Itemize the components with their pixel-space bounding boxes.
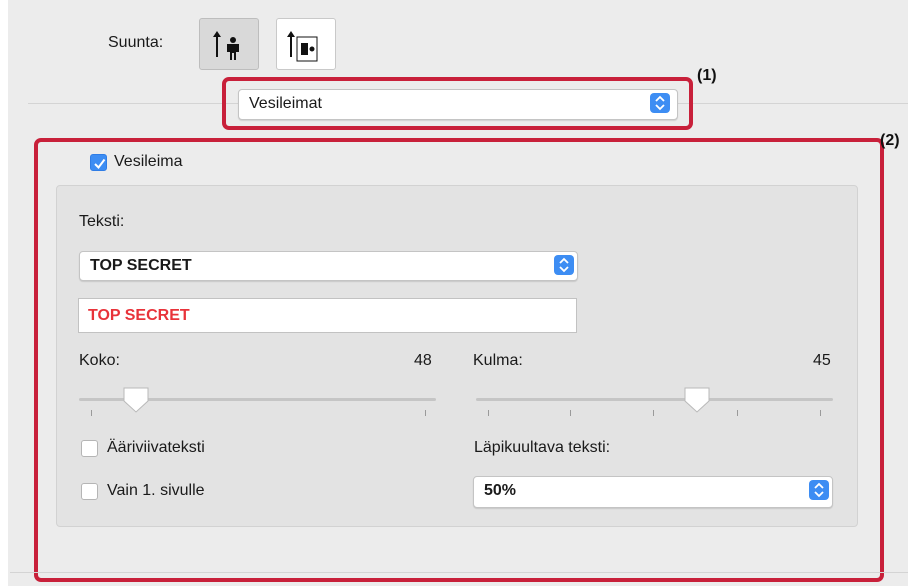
size-slider-tick: [91, 410, 92, 416]
text-preset-select[interactable]: TOP SECRET: [79, 251, 578, 281]
landscape-orientation-icon: [287, 31, 318, 62]
transparency-label: Läpikuultava teksti:: [474, 439, 611, 456]
watermark-enable-label: Vesileima: [114, 153, 183, 170]
angle-slider-tick: [570, 410, 571, 416]
angle-value: 45: [813, 352, 831, 369]
size-slider-thumb[interactable]: [122, 386, 150, 419]
portrait-orientation-icon: [213, 31, 239, 60]
angle-slider-tick: [737, 410, 738, 416]
outline-text-checkbox[interactable]: [81, 440, 98, 457]
watermark-enable-checkbox[interactable]: [90, 154, 107, 171]
size-label: Koko:: [79, 352, 120, 369]
transparency-select[interactable]: 50%: [473, 476, 833, 508]
transparency-value: 50%: [484, 482, 517, 499]
first-page-only-checkbox[interactable]: [81, 483, 98, 500]
angle-label: Kulma:: [473, 352, 523, 369]
angle-slider-track[interactable]: [476, 398, 833, 401]
popup-stepper-icon: [554, 255, 574, 275]
text-preset-value: TOP SECRET: [90, 257, 192, 274]
size-slider-tick: [425, 410, 426, 416]
angle-slider-tick: [653, 410, 654, 416]
outline-text-label: Ääriviivateksti: [107, 439, 205, 456]
callout-1-number: (1): [697, 67, 717, 84]
angle-slider-thumb[interactable]: [683, 386, 711, 419]
orientation-label: Suunta:: [108, 34, 164, 51]
watermark-text-value: TOP SECRET: [88, 307, 190, 324]
portrait-orientation-button[interactable]: [199, 18, 259, 70]
checkmark-icon: [94, 158, 106, 170]
panel-select[interactable]: Vesileimat: [238, 89, 678, 120]
watermark-text-input[interactable]: TOP SECRET: [78, 298, 577, 333]
landscape-orientation-button[interactable]: [276, 18, 336, 70]
first-page-only-label: Vain 1. sivulle: [107, 482, 205, 499]
divider: [10, 572, 908, 573]
panel-select-value: Vesileimat: [249, 95, 322, 112]
angle-slider-tick: [820, 410, 821, 416]
size-value: 48: [414, 352, 432, 369]
popup-stepper-icon: [809, 480, 829, 500]
callout-2-number: (2): [880, 132, 900, 149]
text-label: Teksti:: [79, 213, 125, 230]
angle-slider-tick: [488, 410, 489, 416]
popup-stepper-icon: [650, 93, 670, 113]
